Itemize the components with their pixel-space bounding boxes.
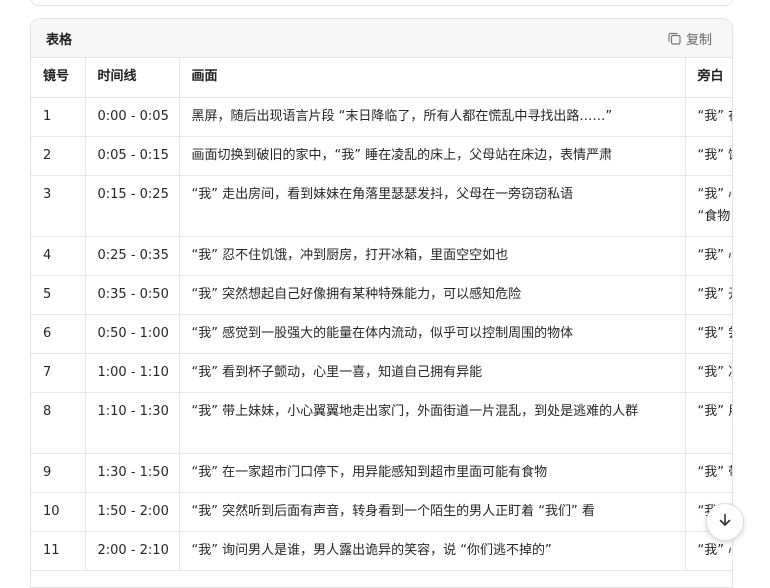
scroll-down-button[interactable] [706,503,744,541]
cell-scene: “我” 突然想起自己好像拥有某种特殊能力，可以感知危险 [179,275,686,315]
table-row: 1 0:00 - 0:05 黑屏，随后出现语言片段 “末日降临了，所有人都在慌乱… [31,97,732,137]
cell-timeline: 0:35 - 0:50 [85,275,180,315]
cell-scene: “我” 在一家超市门口停下，用异能感知到超市里面可能有食物 [179,453,686,493]
cell-timeline: 1:50 - 2:00 [85,492,180,532]
cell-timeline: 1:10 - 1:30 [85,392,180,454]
table-card: 表格 复制 镜号 时间线 画面 旁白 1 0:00 - 0:05 黑屏，随后出现… [30,18,733,588]
storyboard-table: 镜号 时间线 画面 旁白 1 0:00 - 0:05 黑屏，随后出现语言片段 “… [31,58,732,571]
copy-label: 复制 [685,32,712,48]
cell-shot-number: 6 [31,314,86,354]
table-row: 3 0:15 - 0:25 “我” 走出房间，看到妹妹在角落里瑟瑟发抖，父母在一… [31,175,732,237]
header-shot-number: 镜号 [31,58,86,98]
cell-timeline: 2:00 - 2:10 [85,531,180,571]
cell-scene: “我” 忍不住饥饿，冲到厨房，打开冰箱，里面空空如也 [179,236,686,276]
cell-shot-number: 2 [31,136,86,176]
cell-timeline: 0:15 - 0:25 [85,175,180,237]
cell-timeline: 1:00 - 1:10 [85,353,180,393]
cell-shot-number: 8 [31,392,86,454]
table-row: 9 1:30 - 1:50 “我” 在一家超市门口停下，用异能感知到超市里面可能… [31,453,732,493]
cell-scene: “我” 询问男人是谁，男人露出诡异的笑容，说 “你们逃不掉的” [179,531,686,571]
cell-narration: “我” 带 [685,453,732,493]
header-timeline: 时间线 [85,58,180,98]
cell-timeline: 0:25 - 0:35 [85,236,180,276]
table-row: 6 0:50 - 1:00 “我” 感觉到一股强大的能量在体内流动，似乎可以控制… [31,314,732,354]
cell-scene: “我” 感觉到一股强大的能量在体内流动，似乎可以控制周围的物体 [179,314,686,354]
cell-scene: “我” 看到杯子颤动，心里一喜，知道自己拥有异能 [179,353,686,393]
table-row: 8 1:10 - 1:30 “我” 带上妹妹，小心翼翼地走出家门，外面街道一片混… [31,392,732,454]
cell-shot-number: 9 [31,453,86,493]
copy-icon [668,32,681,45]
cell-scene: “我” 走出房间，看到妹妹在角落里瑟瑟发抖，父母在一旁窃窃私语 [179,175,686,237]
table-row: 5 0:35 - 0:50 “我” 突然想起自己好像拥有某种特殊能力，可以感知危… [31,275,732,315]
card-title: 表格 [46,32,73,48]
cell-shot-number: 4 [31,236,86,276]
cell-shot-number: 1 [31,97,86,137]
table-row: 10 1:50 - 2:00 “我” 突然听到后面有声音，转身看到一个陌生的男人… [31,492,732,532]
table-row: 2 0:05 - 0:15 画面切换到破旧的家中，“我” 睡在凌乱的床上，父母站… [31,136,732,176]
cell-scene: 画面切换到破旧的家中，“我” 睡在凌乱的床上，父母站在床边，表情严肃 [179,136,686,176]
table-row: 4 0:25 - 0:35 “我” 忍不住饥饿，冲到厨房，打开冰箱，里面空空如也… [31,236,732,276]
table-scroll-area[interactable]: 镜号 时间线 画面 旁白 1 0:00 - 0:05 黑屏，随后出现语言片段 “… [31,58,732,571]
cell-narration: “我” 尝 [685,314,732,354]
table-header-row: 镜号 时间线 画面 旁白 [31,58,732,98]
cell-narration: “我” 开 [685,275,732,315]
previous-card-edge [30,0,733,6]
cell-timeline: 0:00 - 0:05 [85,97,180,137]
table-row: 11 2:00 - 2:10 “我” 询问男人是谁，男人露出诡异的笑容，说 “你… [31,531,732,571]
cell-scene: 黑屏，随后出现语言片段 “末日降临了，所有人都在慌乱中寻找出路……” [179,97,686,137]
cell-narration: “我” 决 [685,353,732,393]
header-scene: 画面 [179,58,686,98]
copy-button[interactable]: 复制 [668,29,712,48]
cell-scene: “我” 带上妹妹，小心翼翼地走出家门，外面街道一片混乱，到处是逃难的人群 [179,392,686,454]
cell-narration: “我” 心 “食物 [685,175,732,237]
cell-shot-number: 10 [31,492,86,532]
cell-timeline: 0:50 - 1:00 [85,314,180,354]
cell-shot-number: 7 [31,353,86,393]
cell-narration: “我” 用 [685,392,732,454]
cell-shot-number: 3 [31,175,86,237]
table-row: 7 1:00 - 1:10 “我” 看到杯子颤动，心里一喜，知道自己拥有异能 “… [31,353,732,393]
cell-narration: “我” 饿 [685,136,732,176]
card-header: 表格 复制 [31,19,732,58]
cell-narration: “我” 心 [685,236,732,276]
header-narration: 旁白 [685,58,732,98]
arrow-down-icon [717,512,733,532]
cell-timeline: 0:05 - 0:15 [85,136,180,176]
cell-scene: “我” 突然听到后面有声音，转身看到一个陌生的男人正盯着 “我们” 看 [179,492,686,532]
cell-narration: “我” 在 [685,97,732,137]
cell-shot-number: 5 [31,275,86,315]
cell-timeline: 1:30 - 1:50 [85,453,180,493]
cell-shot-number: 11 [31,531,86,571]
